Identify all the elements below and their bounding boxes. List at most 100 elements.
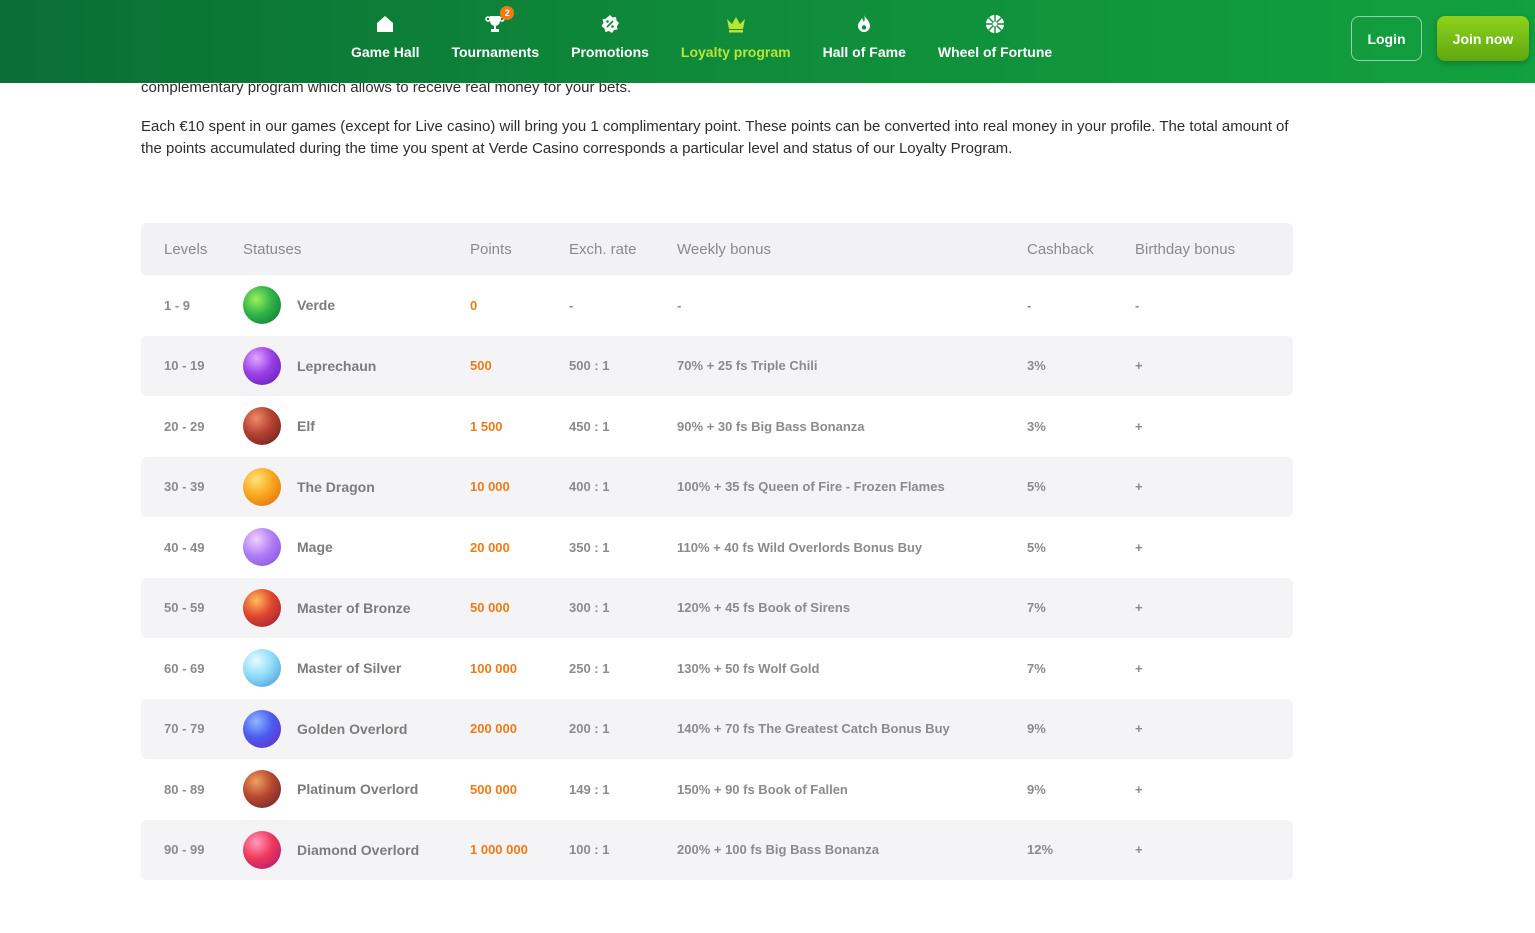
exch-rate-cell: - (569, 297, 574, 313)
wheel-icon (984, 13, 1006, 35)
table-row: 1 - 9 Verde 0 - - - - (141, 275, 1293, 336)
birthday-bonus-cell: + (1135, 479, 1143, 495)
nav-loyalty-program[interactable]: Loyalty program (665, 0, 807, 83)
nav-hall-of-fame[interactable]: Hall of Fame (807, 0, 922, 83)
exch-rate-cell: 450 : 1 (569, 418, 610, 434)
status-name: Golden Overlord (297, 720, 408, 737)
nav-label: Tournaments (451, 44, 540, 60)
nav-tournaments[interactable]: 2 Tournaments (435, 0, 555, 83)
join-now-button[interactable]: Join now (1437, 16, 1529, 61)
points-cell: 10 000 (470, 479, 510, 495)
points-cell: 1 500 (470, 418, 503, 434)
intro-paragraph: Each €10 spent in our games (except for … (141, 118, 1289, 157)
status-cell: Leprechaun (243, 346, 470, 385)
status-name: Master of Silver (297, 660, 402, 677)
crown-icon (725, 13, 747, 35)
birthday-bonus-cell: + (1135, 358, 1143, 374)
points-cell: 100 000 (470, 660, 517, 676)
exch-rate-cell: 500 : 1 (569, 358, 610, 374)
status-cell: Platinum Overlord (243, 770, 470, 809)
status-name: The Dragon (297, 478, 375, 495)
points-cell: 0 (470, 297, 478, 313)
cashback-cell: - (1027, 297, 1032, 313)
status-cell: Elf (243, 407, 470, 446)
weekly-bonus-cell: 200% + 100 fs Big Bass Bonanza (677, 842, 879, 858)
table-row: 60 - 69 Master of Silver 100 000 250 : 1 130… (141, 638, 1293, 699)
level-cell: 50 - 59 (164, 600, 205, 616)
table-row: 70 - 79 Golden Overlord 200 000 200 : 1 140%… (141, 698, 1293, 759)
silver-planet-icon (243, 649, 281, 688)
level-cell: 60 - 69 (164, 660, 205, 676)
status-cell: Golden Overlord (243, 709, 470, 748)
table-row: 40 - 49 Mage 20 000 350 : 1 110% + 40 fs Wil… (141, 517, 1293, 578)
weekly-bonus-cell: 150% + 90 fs Book of Fallen (677, 781, 848, 797)
cashback-cell: 9% (1027, 781, 1046, 797)
birthday-bonus-cell: + (1135, 418, 1143, 434)
table-row: 90 - 99 Diamond Overlord 1 000 000 100 : 1 2… (141, 819, 1293, 880)
mage-planet-icon (243, 528, 281, 567)
diamond-planet-icon (243, 830, 281, 869)
level-cell: 1 - 9 (164, 297, 191, 313)
points-cell: 200 000 (470, 721, 517, 737)
cashback-cell: 3% (1027, 418, 1046, 434)
status-name: Mage (297, 539, 333, 556)
header-exch-rate: Exch. rate (569, 240, 637, 258)
exch-rate-cell: 250 : 1 (569, 660, 610, 676)
points-cell: 500 (470, 358, 492, 374)
exch-rate-cell: 200 : 1 (569, 721, 610, 737)
nav-promotions[interactable]: Promotions (555, 0, 665, 83)
status-cell: Master of Bronze (243, 588, 470, 627)
status-cell: Mage (243, 528, 470, 567)
cashback-cell: 5% (1027, 539, 1046, 555)
bronze-planet-icon (243, 588, 281, 627)
status-name: Platinum Overlord (297, 781, 419, 798)
tournaments-badge: 2 (500, 6, 515, 20)
table-body: 1 - 9 Verde 0 - - - - 10 - 19 Leprechaun 500 500 :… (141, 275, 1293, 880)
status-name: Leprechaun (297, 357, 377, 374)
nav-wheel-of-fortune[interactable]: Wheel of Fortune (922, 0, 1068, 83)
level-cell: 20 - 29 (164, 418, 205, 434)
golden-planet-icon (243, 709, 281, 748)
home-icon (374, 13, 396, 35)
weekly-bonus-cell: 140% + 70 fs The Greatest Catch Bonus Bu… (677, 721, 950, 737)
level-cell: 30 - 39 (164, 479, 205, 495)
nav-label: Promotions (571, 44, 649, 60)
header-birthday-bonus: Birthday bonus (1135, 240, 1236, 258)
loyalty-intro: complementary program which allows to re… (141, 76, 1301, 160)
exch-rate-cell: 149 : 1 (569, 781, 610, 797)
table-row: 20 - 29 Elf 1 500 450 : 1 90% + 30 fs Big Ba… (141, 396, 1293, 457)
status-cell: The Dragon (243, 467, 470, 506)
login-button[interactable]: Login (1351, 16, 1422, 61)
platinum-planet-icon (243, 770, 281, 809)
weekly-bonus-cell: 120% + 45 fs Book of Sirens (677, 600, 851, 616)
weekly-bonus-cell: - (677, 297, 682, 313)
level-cell: 80 - 89 (164, 781, 205, 797)
birthday-bonus-cell: + (1135, 721, 1143, 737)
header-statuses: Statuses (243, 240, 302, 258)
nav-game-hall[interactable]: Game Hall (335, 0, 435, 83)
level-cell: 70 - 79 (164, 721, 205, 737)
points-cell: 500 000 (470, 781, 517, 797)
table-row: 30 - 39 The Dragon 10 000 400 : 1 100% + 35 … (141, 456, 1293, 517)
points-cell: 20 000 (470, 539, 510, 555)
table-row: 50 - 59 Master of Bronze 50 000 300 : 1 120%… (141, 577, 1293, 638)
birthday-bonus-cell: + (1135, 539, 1143, 555)
nav-label: Loyalty program (680, 44, 791, 60)
status-cell: Master of Silver (243, 649, 470, 688)
level-cell: 90 - 99 (164, 842, 205, 858)
status-cell: Diamond Overlord (243, 830, 470, 869)
points-cell: 1 000 000 (470, 842, 528, 858)
header-levels: Levels (164, 240, 208, 258)
cashback-cell: 7% (1027, 660, 1046, 676)
verde-planet-icon (243, 286, 281, 325)
status-name: Verde (297, 297, 336, 314)
birthday-bonus-cell: + (1135, 781, 1143, 797)
cashback-cell: 3% (1027, 358, 1046, 374)
nav-label: Game Hall (351, 44, 420, 60)
level-cell: 10 - 19 (164, 358, 205, 374)
birthday-bonus-cell: + (1135, 660, 1143, 676)
status-name: Diamond Overlord (297, 841, 420, 858)
header-cashback: Cashback (1027, 240, 1094, 258)
birthday-bonus-cell: + (1135, 600, 1143, 616)
status-cell: Verde (243, 286, 470, 325)
